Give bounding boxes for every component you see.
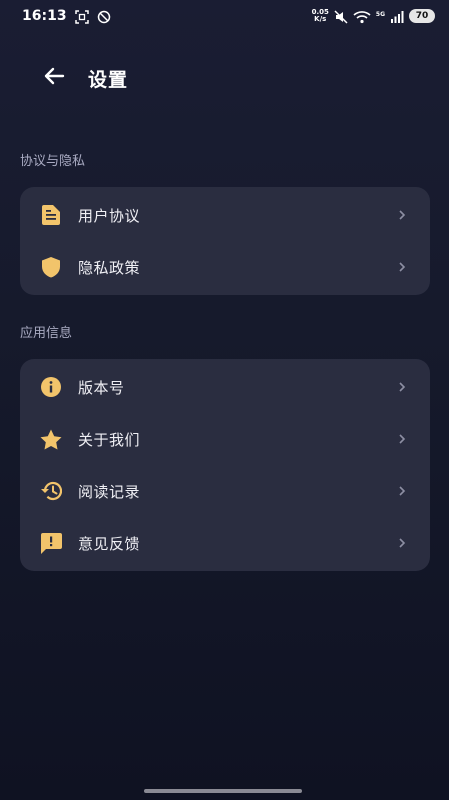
chevron-right-icon <box>398 537 406 549</box>
arrow-left-icon <box>43 65 65 91</box>
row-reading-history[interactable]: 阅读记录 <box>20 465 430 517</box>
row-privacy-policy[interactable]: 隐私政策 <box>20 241 430 293</box>
status-time: 16:13 <box>22 8 67 24</box>
wifi-icon <box>353 9 371 24</box>
row-label: 用户协议 <box>78 206 141 225</box>
row-version[interactable]: 版本号 <box>20 361 430 413</box>
section-label-privacy: 协议与隐私 <box>20 154 86 169</box>
back-button[interactable] <box>38 62 70 94</box>
status-left: 16:13 <box>22 8 111 24</box>
no-disturb-icon <box>97 9 111 24</box>
screenshot-icon <box>74 9 89 24</box>
star-icon <box>40 428 62 450</box>
net-speed: 0.05 K/s <box>312 9 329 23</box>
signal-icon <box>390 9 404 23</box>
chevron-right-icon <box>398 433 406 445</box>
chevron-right-icon <box>398 209 406 221</box>
mute-icon <box>334 9 348 24</box>
home-indicator[interactable] <box>144 789 302 793</box>
header: 设置 <box>0 58 449 98</box>
row-feedback[interactable]: 意见反馈 <box>20 517 430 569</box>
row-user-agreement[interactable]: 用户协议 <box>20 189 430 241</box>
row-about-us[interactable]: 关于我们 <box>20 413 430 465</box>
chevron-right-icon <box>398 485 406 497</box>
info-icon <box>40 376 62 398</box>
feedback-icon <box>40 532 62 554</box>
row-label: 阅读记录 <box>78 482 141 501</box>
shield-icon <box>40 256 62 278</box>
net-speed-unit: K/s <box>314 15 327 23</box>
history-icon <box>40 480 62 502</box>
chevron-right-icon <box>398 261 406 273</box>
section-label-app-info: 应用信息 <box>20 326 73 341</box>
status-right: 0.05 K/s 5G 70 <box>312 9 435 24</box>
privacy-card: 用户协议 隐私政策 <box>20 187 430 295</box>
app-info-card: 版本号 关于我们 阅读记录 意见反馈 <box>20 359 430 571</box>
row-label: 版本号 <box>78 378 125 397</box>
document-icon <box>40 204 62 226</box>
signal-label: 5G <box>375 11 385 18</box>
row-label: 关于我们 <box>78 430 141 449</box>
battery-indicator: 70 <box>409 9 435 23</box>
status-bar: 16:13 0.05 K/s 5G 70 <box>0 0 449 32</box>
row-label: 意见反馈 <box>78 534 141 553</box>
chevron-right-icon <box>398 381 406 393</box>
row-label: 隐私政策 <box>78 258 141 277</box>
page-title: 设置 <box>88 69 129 91</box>
